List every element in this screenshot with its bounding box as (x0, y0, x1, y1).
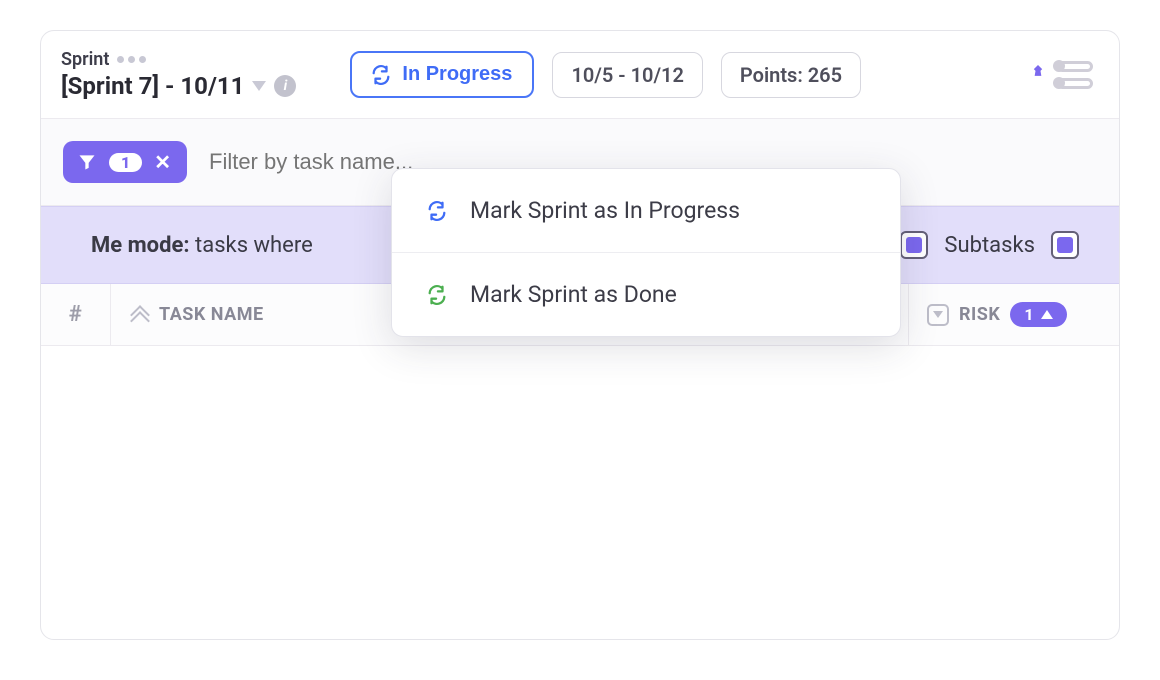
column-risk[interactable]: RISK 1 (909, 284, 1119, 345)
filter-icon (77, 152, 97, 172)
subtasks-checkbox-right[interactable] (1051, 231, 1079, 259)
toggle-bars-icon (1057, 61, 1093, 89)
task-name-label: TASK NAME (159, 304, 264, 325)
dropdown-item-label: Mark Sprint as Done (470, 281, 677, 308)
collapse-icon (129, 305, 149, 325)
table-body-empty (41, 346, 1119, 496)
ellipsis-icon[interactable] (117, 56, 146, 63)
sprint-title-block: Sprint [Sprint 7] - 10/11 i (61, 49, 296, 100)
sprint-header: Sprint [Sprint 7] - 10/11 i In Progress … (41, 31, 1119, 119)
subtasks-toggle-group: Subtasks (900, 231, 1079, 259)
risk-label: RISK (959, 304, 1000, 325)
sprint-label-row: Sprint (61, 49, 296, 70)
pin-view-toggle[interactable] (1028, 61, 1093, 89)
info-icon[interactable]: i (274, 75, 296, 97)
cycle-arrow-icon (370, 64, 392, 86)
cycle-arrow-icon (426, 200, 448, 222)
filter-count-badge: 1 (109, 153, 142, 172)
dropdown-item-label: Mark Sprint as In Progress (470, 197, 740, 224)
me-mode-label: Me mode: (91, 233, 190, 258)
active-filter-chip[interactable]: 1 ✕ (63, 141, 187, 183)
chevron-down-icon (252, 81, 266, 91)
close-icon[interactable]: ✕ (154, 150, 171, 174)
subtasks-label: Subtasks (944, 233, 1035, 258)
mark-in-progress-item[interactable]: Mark Sprint as In Progress (392, 169, 900, 252)
me-mode-text: tasks where (195, 233, 313, 258)
sort-icon (927, 304, 949, 326)
mark-done-item[interactable]: Mark Sprint as Done (392, 252, 900, 336)
sprint-status-dropdown: Mark Sprint as In Progress Mark Sprint a… (391, 168, 901, 337)
sprint-name: [Sprint 7] - 10/11 (61, 72, 244, 100)
sprint-status-button[interactable]: In Progress (350, 51, 534, 98)
risk-count-badge: 1 (1010, 302, 1067, 327)
points-pill[interactable]: Points: 265 (721, 52, 861, 98)
sprint-panel: Sprint [Sprint 7] - 10/11 i In Progress … (40, 30, 1120, 640)
sprint-name-row[interactable]: [Sprint 7] - 10/11 i (61, 72, 296, 100)
sprint-type-label: Sprint (61, 49, 109, 70)
column-number[interactable]: # (41, 284, 111, 345)
pin-icon (1028, 63, 1048, 87)
sprint-status-label: In Progress (402, 63, 512, 86)
cycle-arrow-icon (426, 284, 448, 306)
date-range-pill[interactable]: 10/5 - 10/12 (552, 52, 702, 98)
subtasks-checkbox-left[interactable] (900, 231, 928, 259)
